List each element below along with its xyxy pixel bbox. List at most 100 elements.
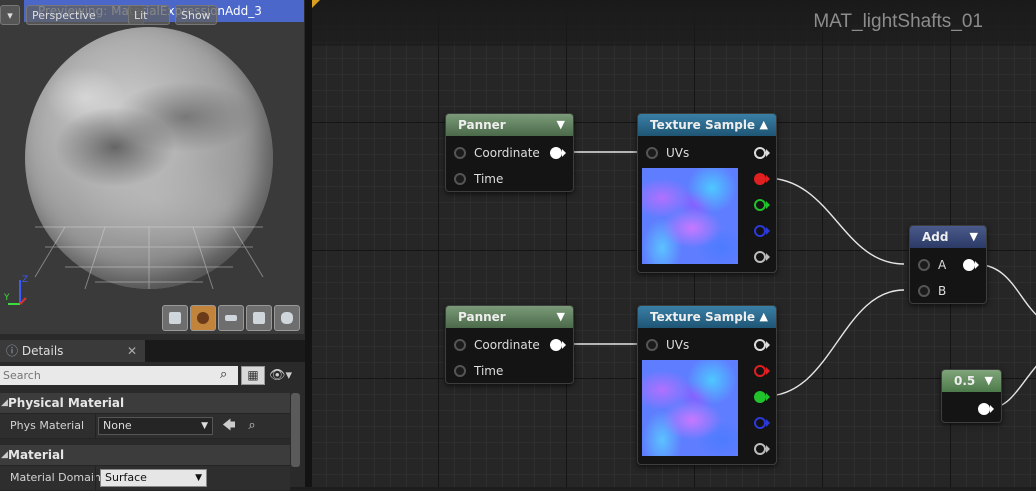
input-pin-icon[interactable] [454, 339, 466, 351]
collapse-triangle-icon: ◢ [1, 450, 8, 460]
chevron-down-icon: ▼ [201, 421, 208, 431]
pin-arrow-icon [766, 227, 770, 235]
pin-arrow-icon [990, 405, 994, 413]
search-input[interactable] [0, 366, 238, 385]
rgb-output-pin-icon[interactable] [754, 339, 766, 351]
browse-search-icon[interactable]: ⌕ [243, 417, 261, 435]
cube-icon[interactable] [246, 305, 272, 331]
teapot-icon[interactable] [274, 305, 300, 331]
prop-row-phys-material: Phys Material None ▼ 🡄 ⌕ [0, 413, 290, 439]
input-pin-icon[interactable] [454, 147, 466, 159]
pin-row-uvs: UVs [638, 142, 776, 164]
material-domain-dropdown[interactable]: Surface ▼ [100, 469, 207, 487]
sphere-icon[interactable] [190, 305, 216, 331]
output-pin-icon[interactable] [963, 259, 975, 271]
green-output-pin-icon[interactable] [754, 199, 766, 211]
collapse-arrow-icon[interactable]: ▼ [557, 306, 565, 328]
details-search-row: ⌕ ▦ 👁▾ [0, 366, 305, 386]
output-pin-icon[interactable] [550, 339, 562, 351]
texture-sample-node-1[interactable]: Texture Sample ▲ UVs [637, 113, 777, 273]
input-pin-icon[interactable] [454, 365, 466, 377]
divider [95, 414, 96, 438]
node-title: Add [922, 230, 949, 244]
close-icon[interactable]: ✕ [127, 340, 137, 362]
texture-sample-node-2[interactable]: Texture Sample ▲ UVs [637, 305, 777, 465]
dropdown-value: None [103, 419, 132, 432]
pin-row-a: A [910, 254, 986, 276]
material-graph[interactable]: MAT_lightShafts_01 Panner ▼ Coordinate T… [312, 0, 1036, 487]
pin-label: A [938, 258, 947, 272]
pin-label: Time [474, 364, 504, 378]
tab-details[interactable]: ⓘ Details ✕ [0, 340, 145, 362]
node-header[interactable]: 0.5 ▼ [942, 370, 1001, 392]
blue-output-pin-icon[interactable] [754, 225, 766, 237]
texture-thumbnail [642, 168, 738, 264]
show-button[interactable]: Show [175, 5, 217, 25]
input-pin-icon[interactable] [918, 285, 930, 297]
node-header[interactable]: Panner ▼ [446, 114, 573, 136]
input-pin-icon[interactable] [646, 147, 658, 159]
output-pin-icon[interactable] [978, 403, 990, 415]
lit-button[interactable]: Lit [128, 5, 170, 25]
search-icon[interactable]: ⌕ [220, 368, 234, 382]
panner-node-2[interactable]: Panner ▼ Coordinate Time [445, 305, 574, 384]
alpha-output-pin-icon[interactable] [754, 251, 766, 263]
alpha-output-pin-icon[interactable] [754, 443, 766, 455]
section-physical-material[interactable]: ◢ Physical Material [0, 393, 290, 413]
pin-label: UVs [666, 146, 690, 160]
node-title: Texture Sample [650, 310, 756, 324]
collapse-arrow-icon[interactable]: ▼ [970, 226, 978, 248]
pin-arrow-icon [766, 149, 770, 157]
node-header[interactable]: Texture Sample ▲ [638, 114, 776, 136]
rgb-output-pin-icon[interactable] [754, 147, 766, 159]
red-output-pin-icon[interactable] [754, 173, 766, 185]
node-title: Panner [458, 310, 506, 324]
input-pin-icon[interactable] [646, 339, 658, 351]
pin-label: Time [474, 172, 504, 186]
view-options-eye-icon[interactable]: 👁▾ [269, 366, 301, 385]
node-header[interactable]: Panner ▼ [446, 306, 573, 328]
property-matrix-icon[interactable]: ▦ [241, 366, 265, 385]
cylinder-icon[interactable] [162, 305, 188, 331]
svg-text:Z: Z [22, 275, 28, 285]
phys-material-dropdown[interactable]: None ▼ [98, 417, 213, 435]
wire-tex1-addA [765, 177, 905, 265]
collapse-arrow-icon[interactable]: ▼ [557, 114, 565, 136]
node-header[interactable]: Texture Sample ▲ [638, 306, 776, 328]
use-selected-arrow-icon[interactable]: 🡄 [220, 417, 238, 435]
wire-tex2-addB [765, 289, 905, 397]
pin-row-time: Time [446, 168, 573, 190]
green-output-pin-icon[interactable] [754, 391, 766, 403]
panner-node-1[interactable]: Panner ▼ Coordinate Time [445, 113, 574, 192]
panel-splitter[interactable] [305, 0, 312, 487]
section-material[interactable]: ◢ Material [0, 445, 290, 465]
node-title: 0.5 [954, 374, 976, 388]
constant-node[interactable]: 0.5 ▼ [941, 369, 1002, 423]
node-header[interactable]: Add ▼ [910, 226, 986, 248]
collapse-triangle-icon: ◢ [1, 398, 8, 408]
output-pin-icon[interactable] [550, 147, 562, 159]
node-title: Panner [458, 118, 506, 132]
collapse-arrow-icon[interactable]: ▲ [760, 114, 768, 136]
plane-icon[interactable] [218, 305, 244, 331]
preview-viewport[interactable]: Previewing: MaterialExpressionAdd_3 ▾ Pe… [0, 0, 304, 334]
input-pin-icon[interactable] [918, 259, 930, 271]
details-scrollbar[interactable] [291, 393, 300, 467]
pin-row-coordinate: Coordinate [446, 142, 573, 164]
perspective-button[interactable]: Perspective [26, 5, 144, 25]
pin-label: Coordinate [474, 338, 540, 352]
collapse-arrow-icon[interactable]: ▼ [985, 370, 993, 392]
pin-arrow-icon [562, 149, 566, 157]
details-tab-bar: ⓘ Details ✕ [0, 340, 305, 362]
add-node[interactable]: Add ▼ A B [909, 225, 987, 304]
texture-thumbnail [642, 360, 738, 456]
prop-row-material-domain: Material Domain Surface ▼ [0, 465, 290, 491]
blue-output-pin-icon[interactable] [754, 417, 766, 429]
dropdown-value: Surface [105, 471, 147, 484]
viewport-menu-button[interactable]: ▾ [0, 5, 20, 25]
collapse-arrow-icon[interactable]: ▲ [760, 306, 768, 328]
left-panel: Previewing: MaterialExpressionAdd_3 ▾ Pe… [0, 0, 305, 491]
pin-row-uvs: UVs [638, 334, 776, 356]
input-pin-icon[interactable] [454, 173, 466, 185]
red-output-pin-icon[interactable] [754, 365, 766, 377]
